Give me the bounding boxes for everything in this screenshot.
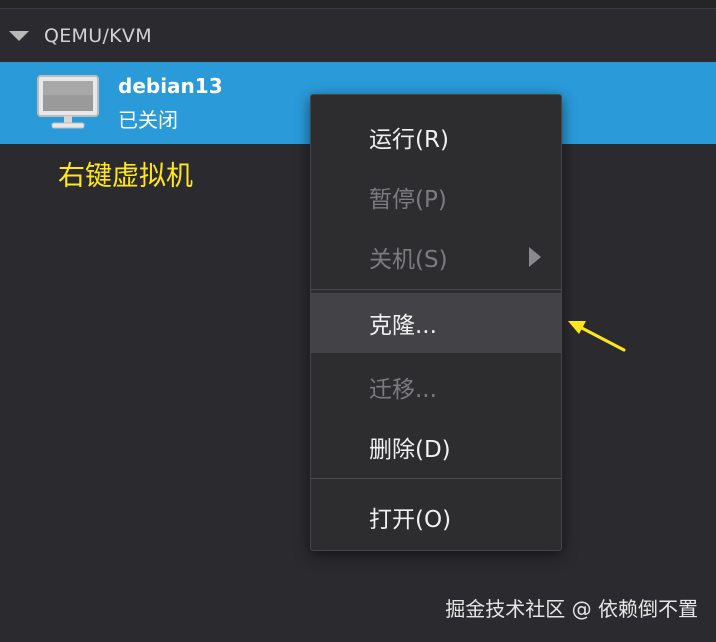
menu-item-label: 删除(D) (369, 437, 451, 463)
triangle-right-icon (529, 247, 541, 267)
menu-separator (311, 478, 561, 479)
menu-item-migrate: 迁移... (311, 357, 561, 417)
monitor-icon (37, 75, 99, 129)
annotation-label: 右键虚拟机 (58, 161, 193, 192)
group-header-qemu-kvm[interactable]: QEMU/KVM (0, 14, 716, 58)
watermark: 掘金技术社区 @ 依赖倒不置 (445, 597, 698, 621)
virt-manager-window: QEMU/KVM debian13 已关闭 右键虚拟机 运行(R) 暂停(P) … (0, 0, 716, 642)
vm-name: debian13 (118, 74, 223, 98)
triangle-down-icon[interactable] (9, 31, 29, 41)
menu-separator (311, 289, 561, 290)
arrow-pointer-icon (568, 321, 626, 352)
menu-item-delete[interactable]: 删除(D) (311, 417, 561, 477)
menu-item-label: 关机(S) (369, 247, 448, 273)
menu-item-label: 运行(R) (369, 127, 449, 153)
menu-item-label: 迁移... (369, 377, 437, 403)
vm-status: 已关闭 (118, 108, 178, 132)
menu-item-shutdown: 关机(S) (311, 227, 561, 287)
top-divider (0, 0, 716, 9)
menu-item-label: 克隆... (369, 313, 437, 339)
menu-item-label: 暂停(P) (369, 187, 447, 213)
menu-item-run[interactable]: 运行(R) (311, 107, 561, 167)
group-label: QEMU/KVM (44, 25, 152, 47)
menu-item-label: 打开(O) (369, 507, 452, 533)
menu-item-pause: 暂停(P) (311, 167, 561, 227)
menu-item-open[interactable]: 打开(O) (311, 487, 561, 547)
menu-item-clone[interactable]: 克隆... (311, 293, 561, 353)
context-menu: 运行(R) 暂停(P) 关机(S) 克隆... 迁移... 删除(D) 打开(O… (310, 94, 562, 551)
